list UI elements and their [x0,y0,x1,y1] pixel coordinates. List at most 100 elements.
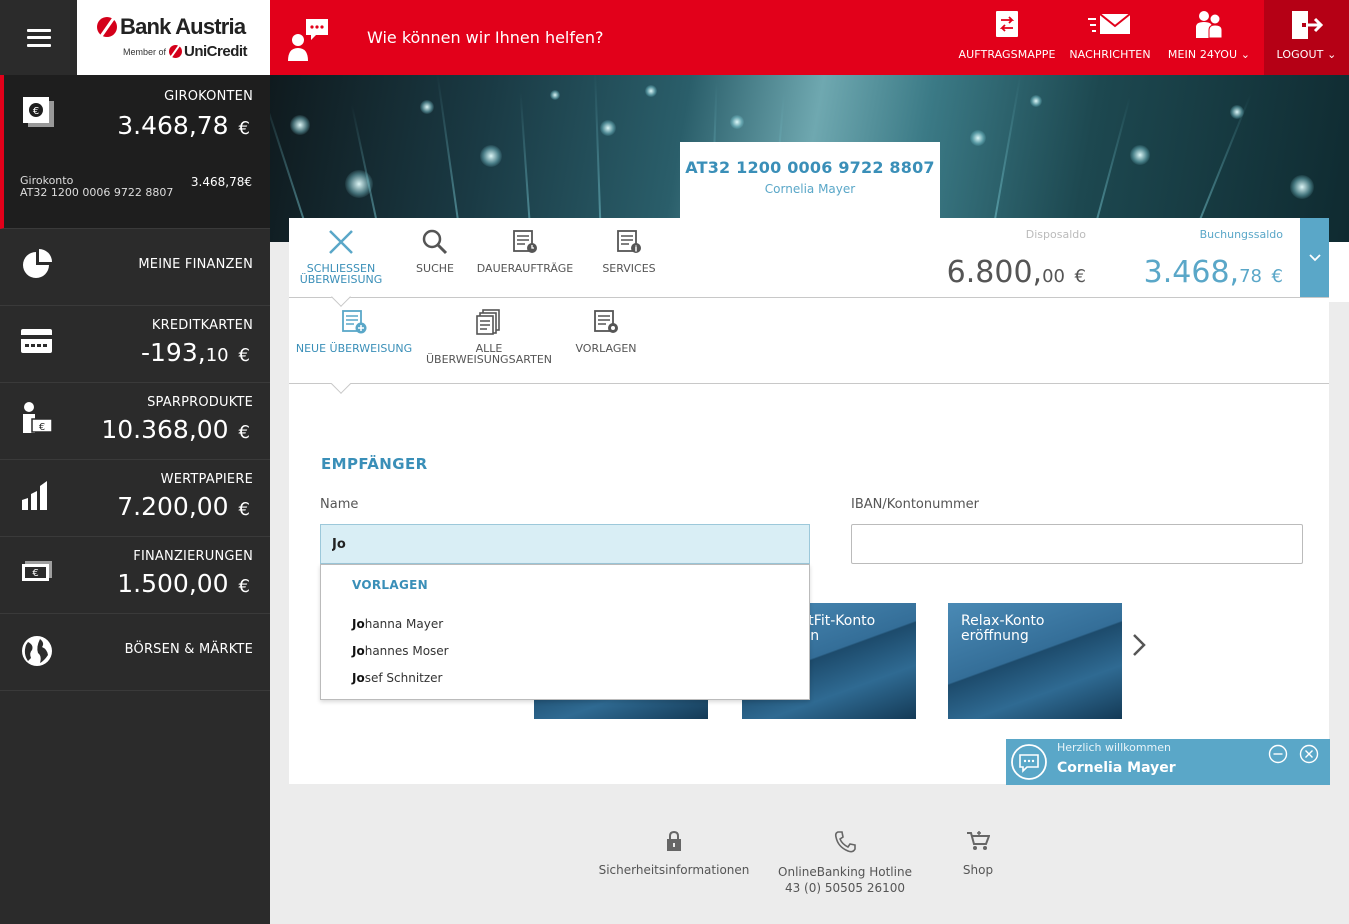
tab-neue-ueberweisung[interactable]: NEUE ÜBERWEISUNG [295,298,413,378]
sidebar-item-kreditkarten[interactable]: KREDITKARTEN -193,10 € [0,306,270,383]
minimize-icon[interactable] [1268,744,1288,764]
member-of-text: Member of [123,46,167,57]
sidebar-item-finanzierungen[interactable]: € FINANZIERUNGEN 1.500,00 € [0,537,270,614]
chat-greeting: Herzlich willkommen [1057,741,1172,754]
disposaldo-value: 6.800,00 € [946,255,1086,290]
tab-alle-ueberweisungsarten[interactable]: ALLE ÜBERWEISUNGSARTEN [426,298,552,378]
hamburger-menu-button[interactable] [0,0,77,75]
section-title-empfaenger: EMPFÄNGER [321,455,428,473]
templates-icon [594,310,618,333]
sub-tabs: NEUE ÜBERWEISUNG ALLE ÜBERWEISUNGSARTEN … [289,298,1329,394]
chat-widget[interactable]: Herzlich willkommen Cornelia Mayer [1006,739,1330,785]
footer-shop[interactable]: Shop [950,830,1006,878]
credit-card-icon [21,329,52,353]
logout-icon [1291,11,1323,39]
banknote-icon: € [22,561,52,581]
logout-button[interactable]: LOGOUT ⌄ [1264,0,1349,75]
sidebar-item-amount: 1.500,00 € [117,569,250,598]
chevron-down-icon [1308,253,1321,261]
sidebar: € GIROKONTEN 3.468,78 € Girokonto AT32 12… [0,75,270,924]
help-button[interactable]: Wie können wir Ihnen helfen? [286,0,603,75]
brand-name: Bank Austria [120,14,246,39]
svg-text:i: i [635,245,638,254]
sidebar-item-title: GIROKONTEN [164,89,253,104]
cart-icon [967,831,990,850]
savings-icon: € [23,402,53,433]
sidebar-item-title: WERTPAPIERE [160,472,253,487]
bar-chart-icon [22,481,47,510]
sidebar-item-title: MEINE FINANZEN [138,257,253,272]
buchungssaldo-value: 3.468,78 € [1143,255,1283,290]
balance-expand-button[interactable] [1300,218,1329,297]
hamburger-icon [26,28,51,47]
wallet-icon: € [23,97,54,127]
group-name: UniCredit [184,43,248,60]
panel-edge [1329,242,1349,302]
unicredit-logo-mark [169,45,183,58]
nav-label: NACHRICHTEN [1069,48,1151,61]
sidebar-item-wertpapiere[interactable]: WERTPAPIERE 7.200,00 € [0,460,270,537]
close-icon[interactable] [1299,744,1319,764]
chevron-down-icon: ⌄ [1327,48,1337,61]
chevron-right-icon[interactable] [1131,632,1147,658]
iban-label: IBAN/Kontonummer [851,497,980,512]
sidebar-item-amount: -193,10 € [141,338,250,367]
pie-chart-icon [23,249,52,278]
account-owner: Cornelia Mayer [764,182,856,196]
footer-hotline[interactable]: OnlineBanking Hotline 43 (0) 50505 26100 [772,830,918,896]
svg-text:€: € [33,106,39,117]
new-transfer-icon [342,310,367,334]
tab-vorlagen[interactable]: VORLAGEN [571,298,641,378]
tab-suche[interactable]: SUCHE [407,218,463,298]
svg-text:€: € [32,568,38,579]
footer-security-info[interactable]: Sicherheitsinformationen [594,830,754,878]
phone-icon [834,831,856,853]
close-icon [329,230,353,254]
svg-text:€: € [39,422,45,433]
account-sub-item[interactable]: Girokonto AT32 1200 0006 9722 8807 [20,175,173,199]
dropdown-option[interactable]: Johannes Moser [352,644,449,658]
help-text: Wie können wir Ihnen helfen? [367,28,604,47]
account-sub-iban: AT32 1200 0006 9722 8807 [20,186,174,199]
main-panel: SCHLIESSEN ÜBERWEISUNG SUCHE DAUERAUFTRÄ… [289,218,1329,784]
top-bar: Bank Austria Member of UniCredit Wie könn… [0,0,1349,75]
standing-order-icon [513,230,537,253]
sidebar-item-title: SPARPRODUKTE [147,395,253,410]
tab-services[interactable]: i SERVICES [599,218,659,298]
dropdown-header: VORLAGEN [352,578,428,592]
buchungssaldo-label: Buchungssaldo [1199,228,1283,241]
account-iban: AT32 1200 0006 9722 8807 [685,158,935,177]
nav-nachrichten[interactable]: NACHRICHTEN [1066,0,1154,75]
sidebar-item-title: BÖRSEN & MÄRKTE [124,642,253,657]
all-transfer-types-icon [476,309,500,335]
main-tabs: SCHLIESSEN ÜBERWEISUNG SUCHE DAUERAUFTRÄ… [289,218,1329,307]
disposaldo: Disposaldo 6.800,00 € [947,228,1086,290]
dropdown-option[interactable]: Johanna Mayer [352,617,443,631]
sidebar-item-amount: 7.200,00 € [117,492,250,521]
bank-logo[interactable]: Bank Austria Member of UniCredit [77,0,270,75]
chat-user-name: Cornelia Mayer [1057,760,1176,776]
chat-bubble-icon [1011,744,1047,780]
bank-austria-logo-mark [97,17,117,37]
chevron-down-icon: ⌄ [1240,48,1251,61]
tab-dauerauftraege[interactable]: DAUERAUFTRÄGE [475,218,575,298]
nav-auftragsmappe[interactable]: AUFTRAGSMAPPE [958,0,1056,75]
iban-input[interactable] [851,524,1303,564]
chat-help-icon [288,18,328,61]
sidebar-item-meine-finanzen[interactable]: MEINE FINANZEN [0,229,270,306]
tab-schliessen-ueberweisung[interactable]: SCHLIESSEN ÜBERWEISUNG [297,218,385,298]
promo-tile-3[interactable]: Relax-Konto eröffnung [948,603,1122,719]
name-input[interactable] [320,524,810,564]
account-sub-amount: 3.468,78€ [190,175,252,189]
search-icon [422,229,448,255]
sidebar-item-amount: 10.368,00 € [101,415,250,444]
sidebar-item-sparprodukte[interactable]: € SPARPRODUKTE 10.368,00 € [0,383,270,460]
sidebar-item-girokonten[interactable]: € GIROKONTEN 3.468,78 € Girokonto AT32 12… [0,75,270,229]
nav-mein-24you[interactable]: MEIN 24YOU ⌄ [1162,0,1256,75]
sidebar-item-boersen-maerkte[interactable]: BÖRSEN & MÄRKTE [0,614,270,691]
account-tab[interactable]: AT32 1200 0006 9722 8807 Cornelia Mayer [680,142,940,219]
dropdown-option[interactable]: Josef Schnitzer [352,671,442,685]
sidebar-item-amount: 3.468,78 € [117,111,250,140]
name-label: Name [320,497,359,512]
people-icon [1196,11,1223,38]
